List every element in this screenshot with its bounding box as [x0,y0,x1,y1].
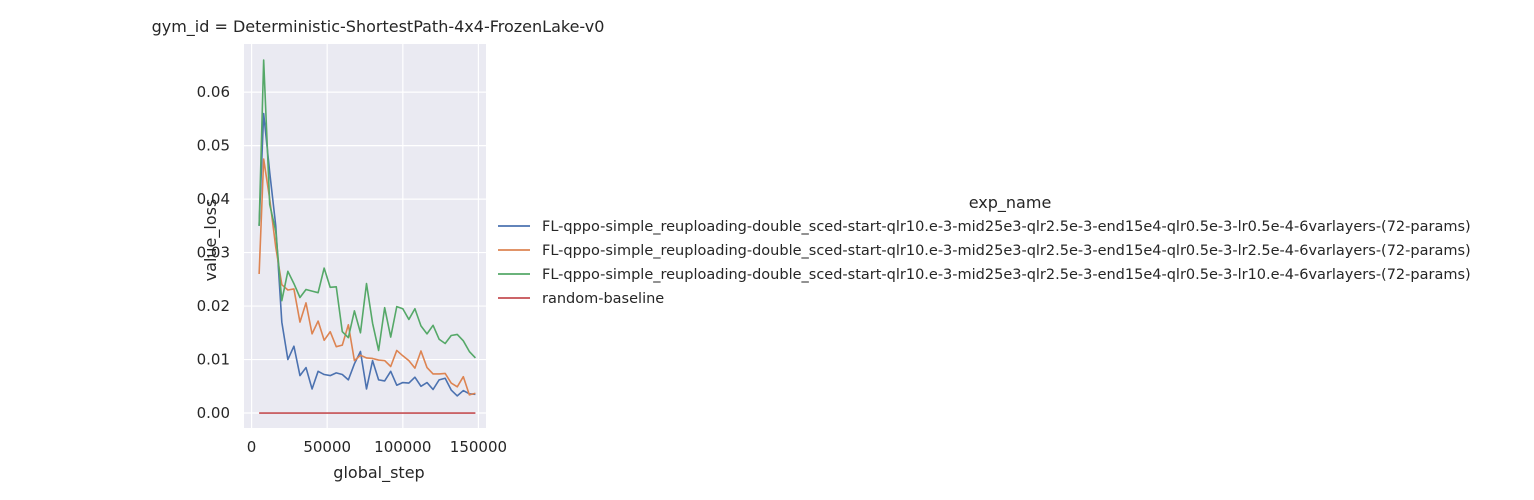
legend-title: exp_name [969,193,1052,213]
legend-label-1: FL-qppo-simple_reuploading-double_sced-s… [542,219,1471,235]
plot-area [244,44,486,428]
legend-label-3: FL-qppo-simple_reuploading-double_sced-s… [542,267,1471,283]
y-tick-label: 0.01 [197,351,230,369]
legend-label-2: FL-qppo-simple_reuploading-double_sced-s… [542,243,1471,259]
y-tick-label: 0.00 [197,404,230,422]
y-tick-label: 0.06 [197,83,230,101]
x-tick-label: 0 [247,438,257,456]
x-axis-label: global_step [333,463,424,483]
plot-title: gym_id = Deterministic-ShortestPath-4x4-… [152,17,605,37]
x-tick-label: 150000 [450,438,507,456]
y-tick-label: 0.05 [197,137,230,155]
x-tick-label: 50000 [303,438,351,456]
y-axis-label: value_loss [201,199,221,282]
legend: exp_name FL-qppo-simple_reuploading-doub… [498,193,1471,307]
y-tick-label: 0.02 [197,297,230,315]
legend-label-4: random-baseline [542,291,664,307]
line-chart: gym_id = Deterministic-ShortestPath-4x4-… [152,17,1471,483]
x-axis-ticks: 0 50000 100000 150000 [247,438,507,456]
x-tick-label: 100000 [374,438,431,456]
